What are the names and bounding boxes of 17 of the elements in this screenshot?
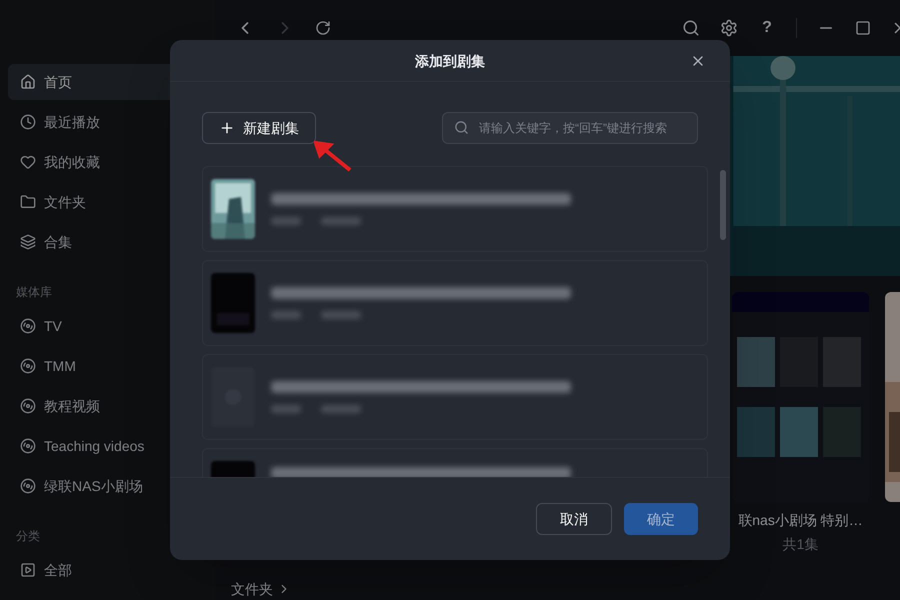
sidebar-item[interactable]: 我的收藏 — [8, 144, 207, 180]
cancel-button[interactable]: 取消 — [536, 503, 612, 535]
sidebar-item[interactable]: 绿联NAS小剧场 — [8, 468, 207, 504]
section-heading: 分类 — [15, 528, 41, 545]
sidebar-item[interactable]: TV — [8, 308, 207, 344]
confirm-button[interactable]: 确定 — [624, 503, 698, 535]
section-heading: 媒体库 — [15, 284, 53, 301]
sidebar-item[interactable]: 文件夹 — [8, 184, 207, 220]
card-title: 联nas小剧场 特别… — [738, 511, 863, 530]
help-button[interactable]: ? — [758, 16, 776, 40]
sidebar-item[interactable]: Teaching videos — [8, 428, 207, 464]
folder-heading: 文件夹 — [231, 582, 273, 596]
sidebar-item[interactable]: 合集 — [8, 224, 207, 260]
sidebar-item[interactable]: 教程视频 — [8, 388, 207, 424]
sidebar-item[interactable]: 全部 — [8, 552, 207, 588]
sidebar-item[interactable]: TMM — [8, 348, 207, 384]
card-subtitle: 共1集 — [782, 535, 818, 554]
